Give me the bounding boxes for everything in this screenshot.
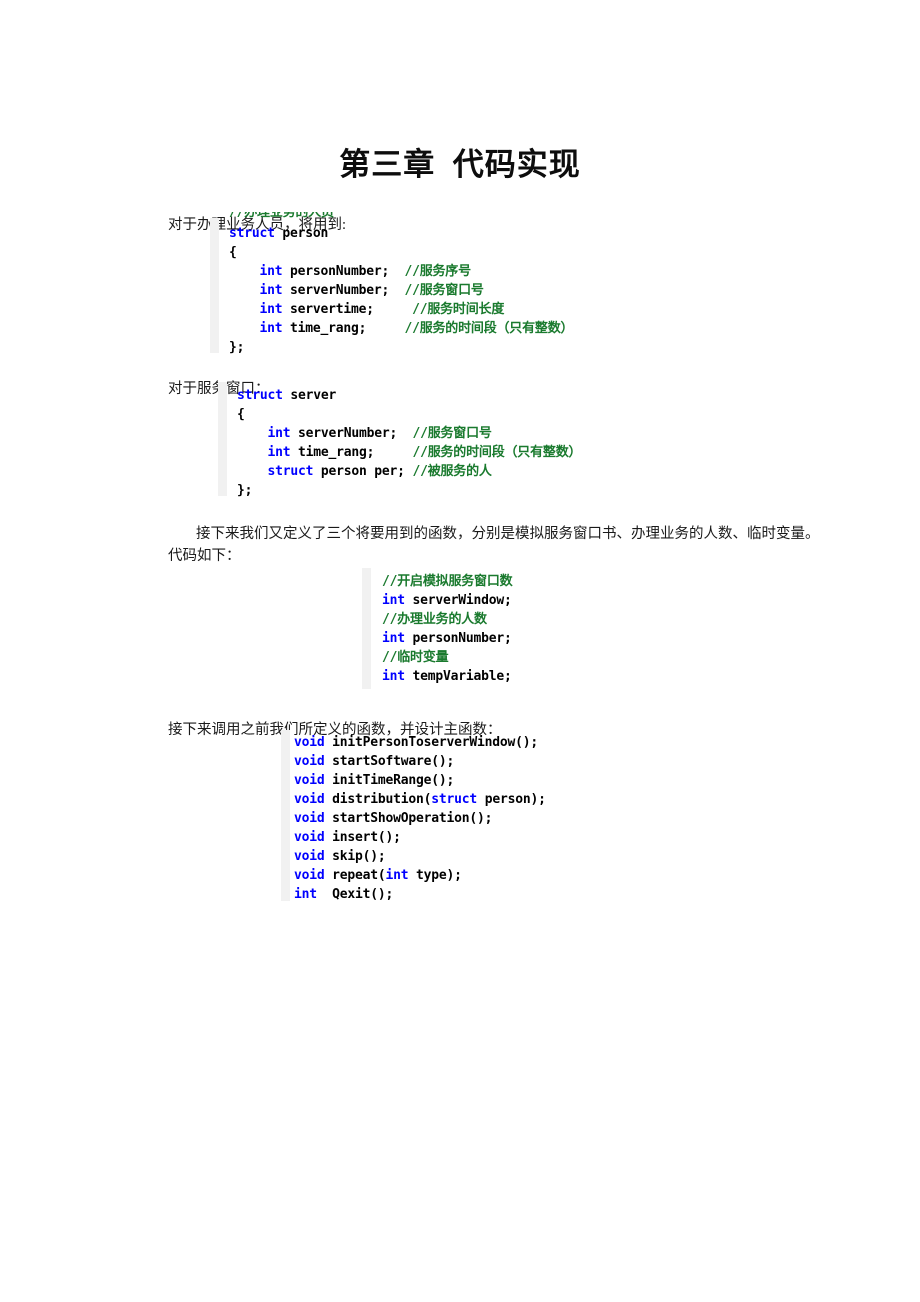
code-gutter-server-struct bbox=[218, 382, 227, 496]
code-token: person); bbox=[477, 792, 546, 807]
code-token: //被服务的人 bbox=[412, 464, 492, 479]
code-gutter-function-declarations bbox=[281, 730, 290, 901]
code-token: struct bbox=[237, 388, 283, 403]
code-token: void bbox=[294, 811, 325, 826]
code-token: int bbox=[294, 887, 317, 902]
code-token: tempVariable; bbox=[404, 669, 512, 684]
code-token: struct bbox=[267, 464, 314, 479]
code-token: //临时变量 bbox=[382, 650, 449, 665]
code-token: int bbox=[385, 868, 409, 883]
code-token: Qexit(); bbox=[316, 887, 394, 902]
code-token: serverNumber; bbox=[282, 283, 405, 298]
code-token: //服务的时间段（只有整数） bbox=[404, 321, 574, 336]
code-token: person bbox=[274, 226, 329, 241]
code-token: { bbox=[229, 245, 237, 260]
code-token: { bbox=[237, 407, 245, 422]
code-token: serverNumber; bbox=[290, 426, 413, 441]
code-block-person-struct: struct person { int personNumber; //服务序号… bbox=[229, 224, 573, 357]
clipped-top-comment: //办理业务的人员 bbox=[229, 212, 334, 220]
code-token: struct bbox=[229, 226, 275, 241]
code-token: type); bbox=[408, 868, 462, 883]
code-token: startSoftware(); bbox=[324, 754, 455, 769]
code-token: void bbox=[294, 773, 325, 788]
code-token: int bbox=[382, 669, 405, 684]
code-token: //服务窗口号 bbox=[412, 426, 492, 441]
code-token: int bbox=[267, 445, 291, 460]
code-block-server-struct: struct server { int serverNumber; //服务窗口… bbox=[237, 386, 581, 500]
code-token: void bbox=[294, 830, 325, 845]
code-token: void bbox=[294, 849, 325, 864]
code-token: serverWindow; bbox=[404, 593, 512, 608]
paragraph-intro-functions: 接下来我们又定义了三个将要用到的函数，分别是模拟服务窗口书、办理业务的人数、临时… bbox=[168, 525, 820, 564]
code-token: int bbox=[267, 426, 291, 441]
code-token: void bbox=[294, 754, 325, 769]
code-token: int bbox=[382, 631, 405, 646]
code-token: //服务的时间段（只有整数） bbox=[412, 445, 582, 460]
code-token: void bbox=[294, 792, 325, 807]
code-token: //服务序号 bbox=[404, 264, 471, 279]
code-token: personNumber; bbox=[282, 264, 405, 279]
code-token: //服务窗口号 bbox=[404, 283, 484, 298]
document-page: 第三章 代码实现 对于办理业务人员，将用到: //办理业务的人员 struct … bbox=[0, 0, 920, 1302]
code-token: startShowOperation(); bbox=[324, 811, 493, 826]
code-block-function-declarations: void initPersonToserverWindow(); void st… bbox=[294, 733, 546, 904]
code-token: servertime; bbox=[282, 302, 413, 317]
page-title: 第三章 代码实现 bbox=[339, 146, 581, 182]
code-token: int bbox=[259, 283, 283, 298]
code-token: int bbox=[259, 321, 283, 336]
code-token: personNumber; bbox=[404, 631, 512, 646]
code-token: distribution( bbox=[324, 792, 432, 807]
code-token: time_rang; bbox=[290, 445, 413, 460]
clipped-comment-wrapper: //办理业务的人员 bbox=[229, 212, 334, 222]
code-block-globals: //开启模拟服务窗口数 int serverWindow; //办理业务的人数 … bbox=[382, 572, 513, 686]
code-token: insert(); bbox=[324, 830, 401, 845]
code-token: server bbox=[282, 388, 337, 403]
code-token: person per; bbox=[313, 464, 413, 479]
code-token: initPersonToserverWindow(); bbox=[324, 735, 539, 750]
code-token: struct bbox=[431, 792, 478, 807]
code-token: //开启模拟服务窗口数 bbox=[382, 574, 513, 589]
code-gutter-globals bbox=[362, 568, 371, 689]
code-token: repeat( bbox=[324, 868, 386, 883]
code-token: initTimeRange(); bbox=[324, 773, 455, 788]
code-token: }; bbox=[237, 483, 253, 498]
code-token: time_rang; bbox=[282, 321, 405, 336]
code-token: int bbox=[259, 264, 283, 279]
code-token: //办理业务的人数 bbox=[382, 612, 487, 627]
code-token: int bbox=[259, 302, 283, 317]
code-token: void bbox=[294, 868, 325, 883]
code-token: int bbox=[382, 593, 405, 608]
code-gutter-person-struct bbox=[210, 218, 219, 353]
code-token: //服务时间长度 bbox=[412, 302, 505, 317]
code-token: }; bbox=[229, 340, 245, 355]
code-token: skip(); bbox=[324, 849, 386, 864]
code-token: void bbox=[294, 735, 325, 750]
